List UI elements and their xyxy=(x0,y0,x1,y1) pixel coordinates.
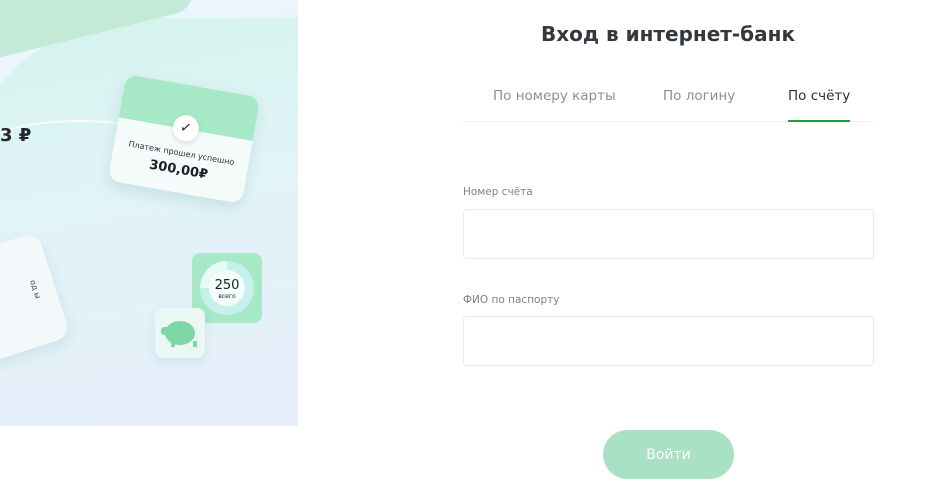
login-button[interactable]: Войти xyxy=(603,430,734,479)
login-page: 3 ₽ ✓ Платеж прошел успешно 300,00₽ од ы… xyxy=(0,0,941,493)
tab-by-login[interactable]: По логину xyxy=(663,88,735,104)
account-number-input[interactable] xyxy=(463,209,874,259)
piggy-bank-icon xyxy=(161,321,197,347)
stat-value: 250 xyxy=(214,278,240,293)
tab-by-card-number[interactable]: По номеру карты xyxy=(493,88,616,104)
illustration-amount-text: 3 ₽ xyxy=(0,125,32,146)
piggy-bank-widget xyxy=(155,308,205,358)
stat-label: всего xyxy=(218,293,236,300)
payment-success-card: ✓ Платеж прошел успешно 300,00₽ xyxy=(107,74,261,204)
tab-by-account[interactable]: По счёту xyxy=(788,88,851,122)
promo-illustration: 3 ₽ ✓ Платеж прошел успешно 300,00₽ од ы… xyxy=(0,0,298,426)
login-method-tabs: По номеру карты По логину По счёту xyxy=(463,80,873,122)
account-number-label: Номер счёта xyxy=(463,186,533,198)
page-title: Вход в интернет-банк xyxy=(540,22,796,46)
full-name-label: ФИО по паспорту xyxy=(463,294,560,306)
full-name-input[interactable] xyxy=(463,316,874,366)
side-card-text: од ы xyxy=(27,278,43,300)
